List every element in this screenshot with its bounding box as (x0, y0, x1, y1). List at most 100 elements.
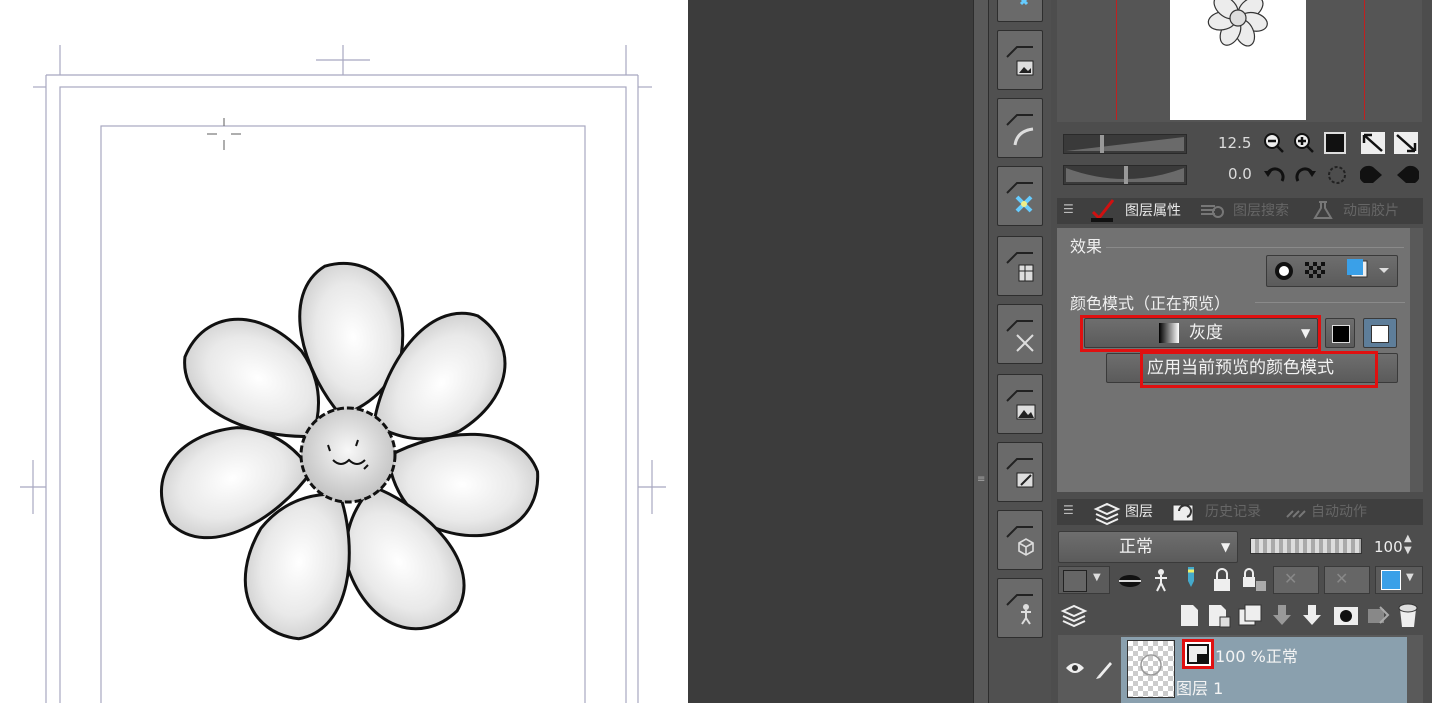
transfer-down-icon[interactable] (1270, 603, 1294, 629)
blend-mode-select[interactable]: 正常 ▼ (1058, 531, 1238, 563)
fit-icon[interactable] (1323, 131, 1347, 155)
material-folder-button-5[interactable] (997, 304, 1043, 364)
mask-toggle-button[interactable]: ✕ (1273, 566, 1319, 594)
reset-rotation-icon[interactable] (1324, 163, 1350, 187)
flip-vertical-icon[interactable] (1393, 131, 1419, 155)
material-folder-button-6[interactable] (997, 374, 1043, 434)
property-tab-bar: ☰ 图层属性 图层搜索 动画胶片 (1057, 198, 1423, 224)
layer-mode-button[interactable]: ▼ (1375, 566, 1423, 594)
blend-mode-value: 正常 (1119, 537, 1153, 557)
tab-history[interactable]: 历史记录 (1205, 501, 1261, 523)
opacity-value: 100 (1374, 538, 1403, 556)
zoom-slider[interactable] (1063, 134, 1187, 154)
folder-image-icon (1006, 46, 1034, 76)
layer-mode-chevron-icon: ▼ (1406, 572, 1414, 583)
layer-list-icon[interactable] (1060, 603, 1088, 629)
navigator-flower-thumbnail (1207, 0, 1268, 47)
opacity-stepper-icon[interactable]: ▲ ▼ (1404, 533, 1412, 557)
draft-layer-icon[interactable] (1180, 565, 1202, 593)
navigator-guide-left (1116, 0, 1117, 120)
layer-thumbnail (1127, 640, 1175, 698)
delete-layer-icon[interactable] (1396, 601, 1420, 629)
eye-icon[interactable] (1064, 660, 1086, 676)
layer-color-button[interactable]: ▼ (1058, 566, 1110, 594)
material-folder-button-1[interactable] (997, 30, 1043, 90)
layer-panel-menu-icon[interactable]: ☰ (1063, 503, 1074, 517)
clipping-icon[interactable] (1117, 569, 1143, 593)
rotate-value: 0.0 (1228, 165, 1252, 183)
lock-icon[interactable] (1211, 567, 1233, 593)
rotate-right-icon[interactable] (1292, 163, 1318, 187)
ruler-toggle-button[interactable]: ✕ (1324, 566, 1370, 594)
navigator-thumbnail (1170, 0, 1306, 120)
reference-layer-icon[interactable] (1150, 567, 1172, 593)
tab-layers[interactable]: 图层 (1125, 501, 1153, 523)
folder-figure-icon (1006, 594, 1033, 625)
layer-info: 100 %正常 (1215, 647, 1298, 666)
merge-down-icon[interactable] (1300, 603, 1324, 629)
layer-color-mode-highlight (1182, 639, 1214, 669)
white-swatch-icon (1371, 325, 1389, 343)
material-folder-button-9[interactable] (997, 578, 1043, 638)
divider-grip-icon[interactable]: ≡ (977, 475, 985, 485)
effect-toggle-icons[interactable] (1267, 256, 1397, 286)
apply-mask-icon[interactable] (1366, 603, 1392, 629)
layer-search-icon (1199, 200, 1225, 220)
folder-frame-icon (1006, 252, 1034, 282)
material-folder-button-4[interactable] (997, 236, 1043, 296)
material-folder-button-2[interactable] (997, 98, 1043, 158)
history-icon (1171, 501, 1199, 523)
folder-effect-icon (1006, 182, 1033, 213)
color-mode-label: 颜色模式（正在预览） (1070, 294, 1231, 313)
layer-color-chevron-icon: ▼ (1093, 572, 1101, 583)
flip-rotate-alt-icon[interactable] (1393, 163, 1419, 187)
mask-disabled-icon: ✕ (1284, 569, 1298, 588)
white-color-button[interactable] (1363, 318, 1397, 348)
tab-animation-cel[interactable]: 动画胶片 (1343, 200, 1399, 222)
ruler-disabled-icon: ✕ (1335, 569, 1349, 588)
effect-label: 效果 (1070, 237, 1103, 256)
material-folder-button-7[interactable] (997, 442, 1043, 502)
flip-horizontal-icon[interactable] (1360, 131, 1386, 155)
zoom-value: 12.5 (1218, 134, 1252, 152)
animation-cel-icon (1313, 200, 1333, 220)
rotate-slider[interactable] (1063, 165, 1187, 185)
blend-chevron-icon: ▼ (1221, 540, 1231, 554)
property-scrollbar[interactable] (1410, 228, 1423, 492)
zoom-in-icon[interactable] (1292, 131, 1316, 155)
flip-rotate-icon[interactable] (1360, 163, 1386, 187)
auto-action-icon (1285, 503, 1307, 521)
effect-divider (1106, 247, 1404, 248)
rotate-left-icon[interactable] (1262, 163, 1288, 187)
layer-thumbnail-flower (1140, 654, 1162, 676)
brush-icon[interactable] (1094, 656, 1116, 680)
material-folder-button-3[interactable] (997, 166, 1043, 226)
folder-cube-icon (1006, 526, 1034, 556)
material-folder-column (989, 0, 1051, 703)
material-folder-button-0[interactable] (997, 0, 1043, 22)
layer-mask-icon[interactable] (1332, 605, 1360, 627)
layer-name: 图层 1 (1176, 679, 1224, 698)
tab-layer-property[interactable]: 图层属性 (1125, 200, 1181, 222)
color-mode-highlight (1080, 315, 1321, 352)
effect-buttons (1266, 255, 1398, 287)
layer-property-icon (1089, 198, 1117, 222)
canvas[interactable] (0, 0, 688, 703)
tab-auto-action[interactable]: 自动动作 (1311, 501, 1367, 523)
lock-transparent-icon[interactable] (1240, 567, 1268, 593)
folder-landscape-icon (1006, 390, 1036, 420)
new-folder-icon[interactable] (1237, 603, 1263, 629)
apply-button-highlight (1140, 351, 1378, 388)
black-color-button[interactable] (1325, 318, 1355, 348)
zoom-out-icon[interactable] (1262, 131, 1286, 155)
folder-curve-icon (1006, 114, 1034, 146)
workspace-background (688, 0, 973, 703)
opacity-slider[interactable] (1250, 538, 1362, 554)
panel-divider[interactable] (973, 0, 989, 703)
new-raster-layer-icon[interactable] (1178, 603, 1200, 629)
tab-layer-search[interactable]: 图层搜索 (1233, 200, 1289, 222)
color-mode-divider (1255, 302, 1405, 303)
new-vector-layer-icon[interactable] (1206, 603, 1232, 629)
material-folder-button-8[interactable] (997, 510, 1043, 570)
panel-menu-icon[interactable]: ☰ (1063, 202, 1074, 216)
